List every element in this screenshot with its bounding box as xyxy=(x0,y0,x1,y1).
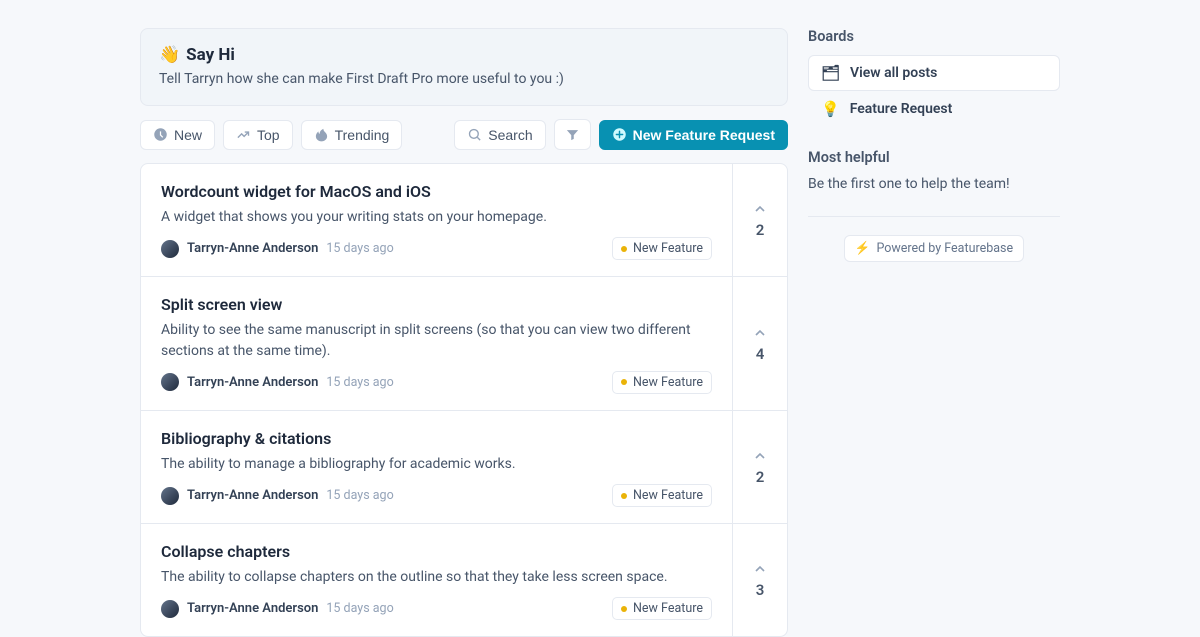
vote-count: 4 xyxy=(756,345,765,363)
fire-icon xyxy=(314,127,329,142)
post-row[interactable]: Collapse chapters The ability to collaps… xyxy=(141,524,787,636)
post-row[interactable]: Wordcount widget for MacOS and iOS A wid… xyxy=(141,164,787,277)
new-feature-request-label: New Feature Request xyxy=(633,127,775,143)
avatar xyxy=(161,600,179,618)
upvote-button[interactable]: 4 xyxy=(732,277,787,410)
bolt-icon: ⚡ xyxy=(855,241,871,256)
chevron-up-icon xyxy=(752,448,768,464)
search-button[interactable]: Search xyxy=(454,120,545,150)
status-dot-icon xyxy=(621,606,627,612)
status-badge: New Feature xyxy=(612,484,712,507)
board-item-label: Feature Request xyxy=(850,101,953,117)
status-label: New Feature xyxy=(633,375,703,390)
cards-icon: 🗂 xyxy=(821,64,840,82)
vote-count: 3 xyxy=(756,581,765,599)
divider xyxy=(808,216,1060,217)
helpful-section: Most helpful Be the first one to help th… xyxy=(808,149,1060,262)
chevron-up-icon xyxy=(752,561,768,577)
post-author: Tarryn-Anne Anderson xyxy=(187,375,318,390)
post-description: The ability to collapse chapters on the … xyxy=(161,567,712,587)
sort-trending-label: Trending xyxy=(335,127,390,143)
post-time: 15 days ago xyxy=(326,375,393,390)
powered-by-label: Powered by Featurebase xyxy=(876,241,1013,256)
vote-count: 2 xyxy=(756,468,765,486)
upvote-button[interactable]: 3 xyxy=(732,524,787,636)
sort-top-label: Top xyxy=(257,127,280,143)
sort-new-button[interactable]: New xyxy=(140,120,215,150)
post-author: Tarryn-Anne Anderson xyxy=(187,488,318,503)
post-time: 15 days ago xyxy=(326,601,393,616)
sort-top-button[interactable]: Top xyxy=(223,120,293,150)
chevron-up-icon xyxy=(752,325,768,341)
clock-icon xyxy=(153,127,168,142)
post-author: Tarryn-Anne Anderson xyxy=(187,241,318,256)
board-item-all[interactable]: 🗂 View all posts xyxy=(808,55,1060,91)
filter-icon xyxy=(565,127,580,142)
status-dot-icon xyxy=(621,493,627,499)
post-description: The ability to manage a bibliography for… xyxy=(161,454,712,474)
upvote-button[interactable]: 2 xyxy=(732,164,787,276)
status-dot-icon xyxy=(621,246,627,252)
helpful-heading: Most helpful xyxy=(808,149,1060,166)
post-title: Wordcount widget for MacOS and iOS xyxy=(161,182,712,201)
search-label: Search xyxy=(488,127,532,143)
post-time: 15 days ago xyxy=(326,241,393,256)
vote-count: 2 xyxy=(756,221,765,239)
post-title: Collapse chapters xyxy=(161,542,712,561)
boards-section: Boards 🗂 View all posts 💡 Feature Reques… xyxy=(808,28,1060,127)
banner-title: 👋 Say Hi xyxy=(159,45,769,65)
post-description: Ability to see the same manuscript in sp… xyxy=(161,320,712,361)
bulb-icon: 💡 xyxy=(821,100,840,118)
status-badge: New Feature xyxy=(612,597,712,620)
posts-list: Wordcount widget for MacOS and iOS A wid… xyxy=(140,163,788,637)
filter-button[interactable] xyxy=(554,119,591,150)
banner-title-text: Say Hi xyxy=(186,45,235,65)
sort-trending-button[interactable]: Trending xyxy=(301,120,403,150)
status-label: New Feature xyxy=(633,241,703,256)
status-badge: New Feature xyxy=(612,237,712,260)
avatar xyxy=(161,373,179,391)
plus-circle-icon xyxy=(612,127,627,142)
avatar xyxy=(161,240,179,258)
sort-toolbar: New Top Trending Search xyxy=(140,119,788,150)
board-item-feature-request[interactable]: 💡 Feature Request xyxy=(808,91,1060,127)
post-row[interactable]: Bibliography & citations The ability to … xyxy=(141,411,787,524)
powered-by-badge[interactable]: ⚡ Powered by Featurebase xyxy=(844,235,1024,262)
status-dot-icon xyxy=(621,379,627,385)
post-row[interactable]: Split screen view Ability to see the sam… xyxy=(141,277,787,411)
avatar xyxy=(161,487,179,505)
wave-icon: 👋 xyxy=(159,45,180,65)
greeting-banner: 👋 Say Hi Tell Tarryn how she can make Fi… xyxy=(140,28,788,106)
sort-new-label: New xyxy=(174,127,202,143)
post-title: Split screen view xyxy=(161,295,712,314)
upvote-button[interactable]: 2 xyxy=(732,411,787,523)
trending-up-icon xyxy=(236,127,251,142)
post-author: Tarryn-Anne Anderson xyxy=(187,601,318,616)
chevron-up-icon xyxy=(752,201,768,217)
status-label: New Feature xyxy=(633,601,703,616)
post-title: Bibliography & citations xyxy=(161,429,712,448)
banner-subtitle: Tell Tarryn how she can make First Draft… xyxy=(159,71,769,87)
boards-heading: Boards xyxy=(808,28,1060,45)
status-badge: New Feature xyxy=(612,371,712,394)
board-item-label: View all posts xyxy=(850,65,937,81)
helpful-empty-text: Be the first one to help the team! xyxy=(808,176,1060,192)
post-description: A widget that shows you your writing sta… xyxy=(161,207,712,227)
search-icon xyxy=(467,127,482,142)
new-feature-request-button[interactable]: New Feature Request xyxy=(599,120,788,150)
status-label: New Feature xyxy=(633,488,703,503)
post-time: 15 days ago xyxy=(326,488,393,503)
